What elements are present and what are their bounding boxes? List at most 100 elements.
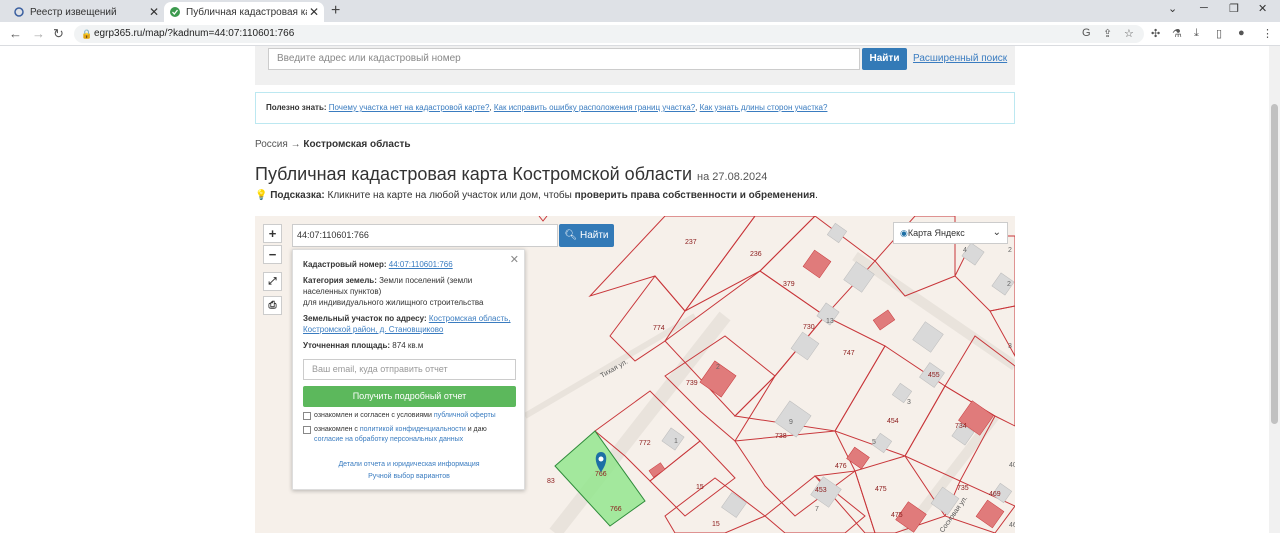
svg-text:3: 3 bbox=[1008, 343, 1012, 350]
useful-link-fix-borders[interactable]: Как исправить ошибку расположения границ… bbox=[494, 103, 695, 112]
advanced-search-link[interactable]: Расширенный поиск bbox=[913, 53, 1007, 64]
offer-link[interactable]: публичной оферты bbox=[434, 412, 496, 419]
page-title-text: Публичная кадастровая карта Костромской … bbox=[255, 164, 693, 184]
lightbulb-icon: 💡 bbox=[255, 190, 268, 201]
cadastral-map[interactable]: 237 236 379 774 730 747 739 738 772 455 454 73… bbox=[255, 216, 1015, 533]
tab-label: Публичная кадастровая карта К bbox=[186, 6, 307, 18]
svg-text:40: 40 bbox=[1009, 462, 1015, 469]
map-search-button[interactable]: 🔍︎ Найти bbox=[559, 224, 614, 247]
manual-selection-link[interactable]: Ручной выбор вариантов bbox=[303, 471, 515, 483]
radio-icon: ◉ bbox=[900, 228, 908, 238]
svg-text:766: 766 bbox=[595, 471, 607, 478]
useful-link-missing-plot[interactable]: Почему участка нет на кадастровой карте? bbox=[329, 103, 490, 112]
svg-text:774: 774 bbox=[653, 325, 665, 332]
svg-text:772: 772 bbox=[639, 440, 651, 447]
side-panel-icon[interactable]: ▯ bbox=[1216, 27, 1222, 40]
privacy-checkbox-row: ознакомлен с политикой конфиденциальност… bbox=[303, 425, 515, 445]
new-tab-icon[interactable]: + bbox=[331, 2, 340, 20]
zoom-in-button[interactable]: + bbox=[263, 224, 282, 243]
restore-icon[interactable]: ❐ bbox=[1229, 2, 1239, 15]
category-row: Категория земель: Земли поселений (земли… bbox=[303, 275, 515, 308]
download-icon[interactable]: ⤓ bbox=[1194, 27, 1199, 40]
cad-label: Кадастровый номер: bbox=[303, 260, 387, 269]
tab-cadastral-map[interactable]: Публичная кадастровая карта К ✕ bbox=[164, 2, 324, 22]
useful-link-side-lengths[interactable]: Как узнать длины сторон участка? bbox=[700, 103, 828, 112]
useful-label: Полезно знать: bbox=[266, 103, 327, 112]
minimize-icon[interactable]: ─ bbox=[1200, 2, 1208, 14]
consent-link[interactable]: согласие на обработку персональных данны… bbox=[314, 436, 463, 443]
zoom-out-button[interactable]: − bbox=[263, 245, 282, 264]
google-icon[interactable]: G bbox=[1082, 27, 1091, 39]
url-text: egrp365.ru/map/?kadnum=44:07:110601:766 bbox=[94, 28, 295, 39]
useful-info-box: Полезно знать: Почему участка нет на кад… bbox=[255, 92, 1015, 124]
hint-label: Подсказка: bbox=[270, 190, 325, 201]
hint-end: . bbox=[815, 190, 818, 201]
forward-icon[interactable]: → bbox=[32, 26, 45, 41]
get-report-button[interactable]: Получить подробный отчет bbox=[303, 386, 516, 407]
menu-kebab-icon[interactable]: ⋮ bbox=[1262, 27, 1273, 40]
scrollbar-thumb[interactable] bbox=[1271, 104, 1278, 424]
svg-text:4: 4 bbox=[963, 247, 967, 254]
svg-text:9: 9 bbox=[789, 419, 793, 426]
breadcrumb-root[interactable]: Россия bbox=[255, 139, 288, 150]
svg-text:15: 15 bbox=[696, 484, 704, 491]
parcel-info-popup: ✕ Кадастровый номер: 44:07:110601:766 Ка… bbox=[292, 249, 525, 490]
report-details-link[interactable]: Детали отчета и юридическая информация bbox=[303, 459, 515, 471]
page-scrollbar[interactable] bbox=[1269, 46, 1280, 533]
print-button[interactable]: ⎙ bbox=[263, 296, 282, 315]
svg-text:738: 738 bbox=[775, 433, 787, 440]
email-input[interactable]: Ваш email, куда отправить отчет bbox=[303, 359, 516, 380]
popup-links: Детали отчета и юридическая информация Р… bbox=[303, 459, 515, 483]
tab-search-icon[interactable]: ⌄ bbox=[1168, 2, 1177, 15]
cad-number-row: Кадастровый номер: 44:07:110601:766 bbox=[303, 259, 515, 270]
map-search-label: Найти bbox=[579, 230, 609, 241]
privacy-checkbox[interactable] bbox=[303, 426, 311, 434]
hint-line: 💡 Подсказка: Кликните на карте на любой … bbox=[255, 190, 818, 201]
privacy-text: ознакомлен с bbox=[314, 426, 358, 433]
close-tab-icon[interactable]: ✕ bbox=[147, 5, 161, 19]
close-tab-icon[interactable]: ✕ bbox=[307, 5, 321, 19]
page-title-date: на 27.08.2024 bbox=[697, 171, 768, 183]
svg-text:46: 46 bbox=[1009, 522, 1015, 529]
privacy-policy-link[interactable]: политикой конфиденциальности bbox=[360, 426, 466, 433]
tab-label: Реестр извещений bbox=[30, 6, 117, 18]
tab-strip: Реестр извещений ✕ Публичная кадастровая… bbox=[0, 0, 1280, 22]
bookmark-star-icon[interactable]: ☆ bbox=[1124, 27, 1134, 40]
tab-registry[interactable]: Реестр извещений ✕ bbox=[8, 2, 164, 22]
fullscreen-button[interactable]: ⤢ bbox=[263, 272, 282, 291]
site-search-input[interactable]: Введите адрес или кадастровый номер bbox=[268, 48, 860, 70]
share-icon[interactable]: ⇪ bbox=[1103, 27, 1112, 40]
svg-text:2: 2 bbox=[716, 364, 720, 371]
address-bar-row: ← → ↻ 🔒 egrp365.ru/map/?kadnum=44:07:110… bbox=[0, 22, 1280, 46]
offer-text: ознакомлен и согласен с условиями bbox=[314, 412, 432, 419]
privacy-mid: и даю bbox=[467, 426, 487, 433]
url-field[interactable]: 🔒 egrp365.ru/map/?kadnum=44:07:110601:76… bbox=[74, 25, 1144, 43]
svg-text:15: 15 bbox=[712, 521, 720, 528]
offer-checkbox[interactable] bbox=[303, 412, 311, 420]
breadcrumb-current: Костромская область bbox=[303, 139, 411, 150]
hint-text: Кликните на карте на любой участок или д… bbox=[327, 190, 572, 201]
map-search-input[interactable]: 44:07:110601:766 bbox=[292, 224, 558, 247]
close-window-icon[interactable]: ✕ bbox=[1258, 2, 1267, 15]
svg-text:2: 2 bbox=[1008, 247, 1012, 254]
breadcrumb: Россия → Костромская область bbox=[255, 139, 411, 150]
back-icon[interactable]: ← bbox=[9, 26, 22, 41]
svg-text:83: 83 bbox=[547, 478, 555, 485]
svg-text:766: 766 bbox=[610, 506, 622, 513]
close-icon[interactable]: ✕ bbox=[510, 253, 519, 266]
reload-icon[interactable]: ↻ bbox=[53, 26, 64, 42]
profile-avatar-icon[interactable]: ● bbox=[1238, 27, 1245, 39]
site-search-button[interactable]: Найти bbox=[862, 48, 907, 70]
breadcrumb-sep: → bbox=[290, 139, 301, 150]
svg-text:236: 236 bbox=[750, 251, 762, 258]
svg-text:469: 469 bbox=[989, 491, 1001, 498]
page-title: Публичная кадастровая карта Костромской … bbox=[255, 164, 767, 185]
address-row: Земельный участок по адресу: Костромская… bbox=[303, 313, 515, 335]
svg-text:453: 453 bbox=[815, 487, 827, 494]
cad-number-link[interactable]: 44:07:110601:766 bbox=[389, 260, 453, 269]
flask-icon[interactable]: ⚗ bbox=[1172, 27, 1182, 40]
category-label: Категория земель: bbox=[303, 276, 377, 285]
svg-text:455: 455 bbox=[928, 372, 940, 379]
map-layer-select[interactable]: ◉Карта Яндекс ⌄ bbox=[893, 222, 1008, 244]
extensions-icon[interactable]: ✣ bbox=[1151, 27, 1160, 40]
